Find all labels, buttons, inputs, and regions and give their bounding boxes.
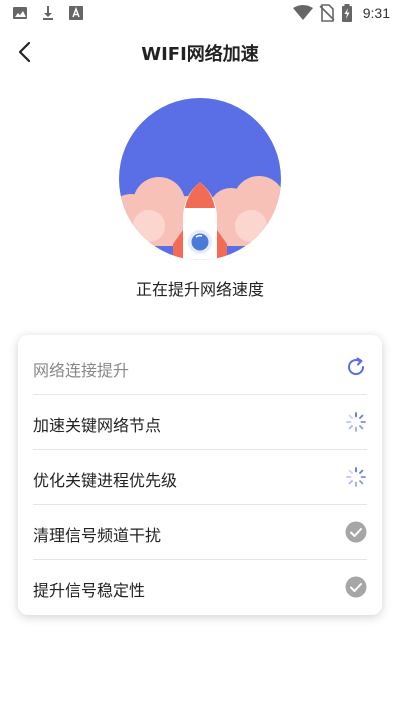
task-row-key-nodes: 加速关键网络节点: [33, 395, 367, 450]
refresh-icon: [348, 357, 365, 376]
loading-spinner-icon: [346, 412, 366, 432]
loading-spinner-icon: [346, 467, 366, 487]
acceleration-status-text: 正在提升网络速度: [135, 280, 264, 299]
task-label: 清理信号频道干扰: [33, 526, 162, 545]
check-circle-icon: [345, 521, 367, 543]
task-label: 提升信号稳定性: [33, 581, 146, 600]
status-bar: 9:31: [0, 0, 400, 28]
font-icon: [69, 6, 83, 20]
task-label: 加速关键网络节点: [33, 416, 162, 435]
check-circle-icon: [345, 576, 367, 598]
no-sim-icon: [319, 4, 335, 22]
download-icon: [43, 6, 53, 20]
page-title: WIFI网络加速: [141, 44, 259, 65]
status-time: 9:31: [362, 5, 390, 21]
battery-charging-icon: [341, 4, 352, 22]
wifi-icon: [292, 5, 313, 20]
task-row-process-priority: 优化关键进程优先级: [33, 450, 367, 505]
task-label: 优化关键进程优先级: [33, 471, 178, 490]
task-label: 网络连接提升: [33, 361, 130, 380]
image-icon: [13, 7, 27, 19]
task-row-signal-interference: 清理信号频道干扰: [33, 505, 367, 560]
task-row-signal-stability: 提升信号稳定性: [33, 560, 367, 615]
task-list-card: 网络连接提升 加速关键网络节点 优化关键进程优先级 清理信号频道干扰 提升信号稳…: [18, 335, 382, 615]
rocket-illustration: [119, 98, 281, 260]
task-row-network-connection: 网络连接提升: [33, 340, 367, 395]
header: WIFI网络加速: [0, 28, 400, 76]
